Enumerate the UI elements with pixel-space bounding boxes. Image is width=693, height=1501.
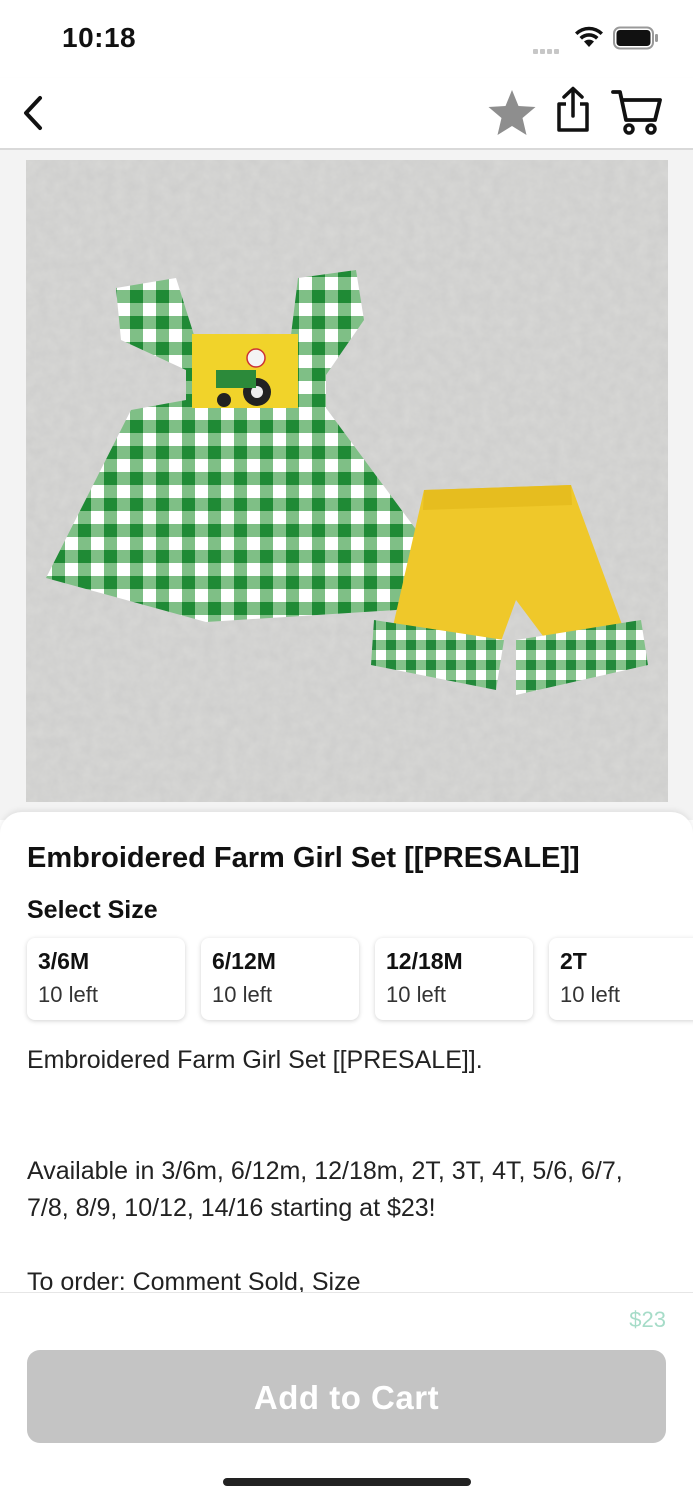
product-details-sheet: Embroidered Farm Girl Set [[PRESALE]] Se… bbox=[0, 812, 693, 1292]
home-indicator[interactable] bbox=[223, 1478, 471, 1486]
status-bar: 10:18 bbox=[0, 0, 693, 78]
product-description: Embroidered Farm Girl Set [[PRESALE]]. A… bbox=[27, 1042, 657, 1292]
description-line: Available in 3/6m, 6/12m, 12/18m, 2T, 3T… bbox=[27, 1157, 623, 1222]
stock-label: 10 left bbox=[386, 982, 446, 1007]
description-line: Embroidered Farm Girl Set [[PRESALE]]. bbox=[27, 1046, 483, 1074]
status-time: 10:18 bbox=[62, 22, 137, 53]
stock-label: 10 left bbox=[560, 982, 620, 1007]
size-label: 6/12M bbox=[212, 948, 276, 974]
size-option-6-12m[interactable]: 6/12M 10 left bbox=[201, 938, 359, 1020]
chevron-left-icon[interactable] bbox=[16, 90, 56, 136]
stock-label: 10 left bbox=[38, 982, 98, 1007]
wifi-icon bbox=[575, 26, 603, 47]
add-to-cart-button[interactable]: Add to Cart bbox=[27, 1350, 666, 1443]
size-option-12-18m[interactable]: 12/18M 10 left bbox=[375, 938, 533, 1020]
stock-label: 10 left bbox=[212, 982, 272, 1007]
star-icon[interactable] bbox=[486, 87, 538, 139]
size-option-2t[interactable]: 2T 10 left bbox=[549, 938, 693, 1020]
product-photo-illustration bbox=[26, 160, 668, 802]
cart-icon[interactable] bbox=[611, 88, 663, 136]
share-icon[interactable] bbox=[553, 86, 593, 134]
battery-icon bbox=[613, 26, 658, 50]
product-image[interactable] bbox=[26, 160, 668, 802]
purchase-bar: $23 Add to Cart bbox=[0, 1292, 693, 1501]
product-title: Embroidered Farm Girl Set [[PRESALE]] bbox=[27, 842, 580, 874]
cellular-signal-icon bbox=[533, 41, 565, 54]
price-label: $23 bbox=[629, 1307, 666, 1332]
select-size-heading: Select Size bbox=[27, 896, 158, 924]
navigation-bar bbox=[0, 78, 693, 150]
size-label: 12/18M bbox=[386, 948, 463, 974]
size-label: 2T bbox=[560, 948, 587, 974]
size-option-3-6m[interactable]: 3/6M 10 left bbox=[27, 938, 185, 1020]
description-line: To order: Comment Sold, Size bbox=[27, 1268, 361, 1292]
size-label: 3/6M bbox=[38, 948, 90, 974]
